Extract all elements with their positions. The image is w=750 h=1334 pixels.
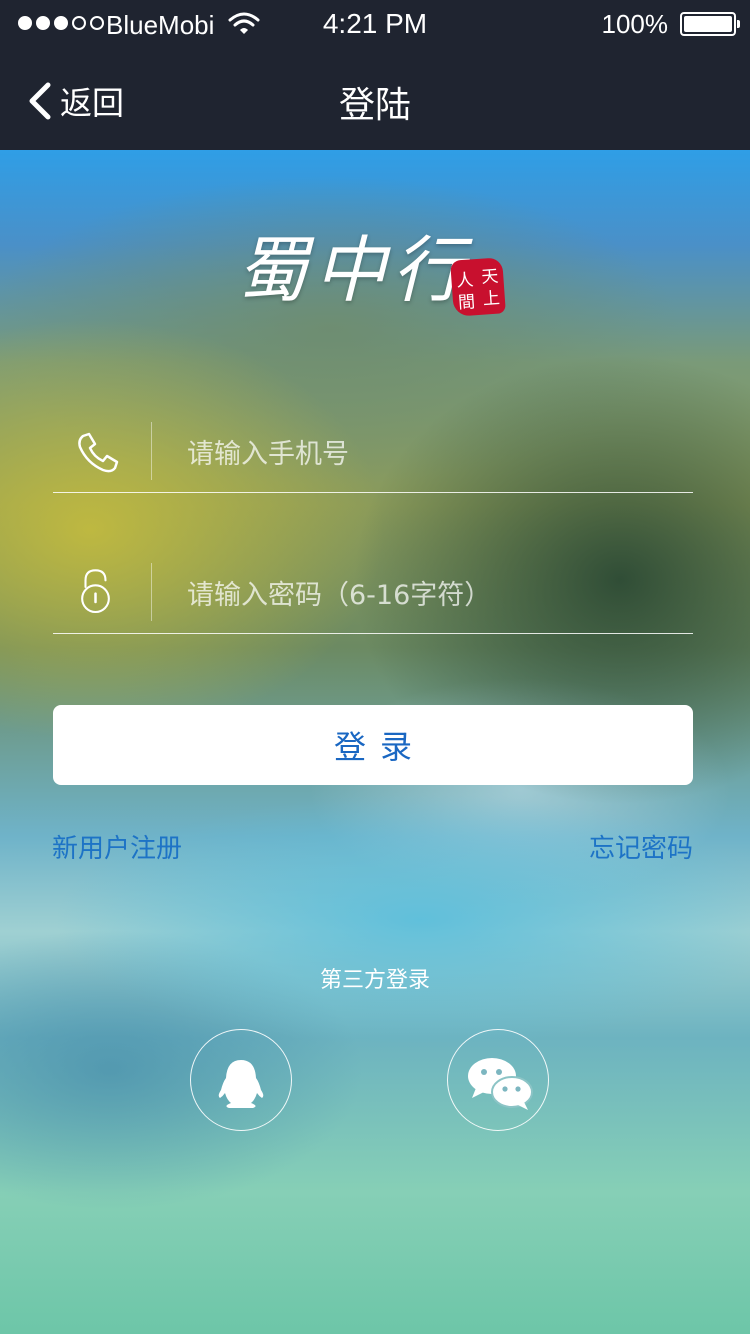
forgot-password-link[interactable]: 忘记密码 [589, 828, 693, 865]
qq-login-button[interactable] [190, 1029, 292, 1131]
third-party-login-title: 第三方登录 [319, 968, 430, 993]
svg-text:上: 上 [482, 289, 500, 310]
svg-text:人: 人 [456, 270, 474, 291]
wechat-icon [468, 1058, 533, 1110]
battery-fill [684, 16, 732, 32]
qq-icon [218, 1060, 264, 1108]
logo-text: 蜀中行 [236, 228, 471, 312]
svg-text:間: 間 [457, 292, 475, 313]
phone-icon [78, 432, 119, 473]
field-divider [151, 563, 152, 621]
password-field-row [53, 563, 693, 634]
status-bar: BlueMobi 4:21 PM 100% [0, 0, 750, 50]
phone-input[interactable] [187, 422, 677, 486]
seal-stamp: 天 人 上 間 [450, 257, 506, 317]
login-button[interactable]: 登录 [53, 705, 693, 785]
svg-text:天: 天 [481, 267, 499, 288]
password-input[interactable] [187, 563, 677, 627]
field-divider [151, 422, 152, 480]
nav-bar: 返回 登陆 [0, 50, 750, 150]
phone-field-row [53, 422, 693, 493]
app-logo: 蜀中行 天 人 上 間 [236, 225, 516, 325]
battery-icon [680, 12, 740, 36]
unlock-icon [81, 569, 110, 614]
wechat-login-button[interactable] [447, 1029, 549, 1131]
page-title: 登陆 [338, 85, 411, 126]
battery-percent: 100% [601, 9, 669, 39]
register-link[interactable]: 新用户注册 [52, 828, 182, 865]
